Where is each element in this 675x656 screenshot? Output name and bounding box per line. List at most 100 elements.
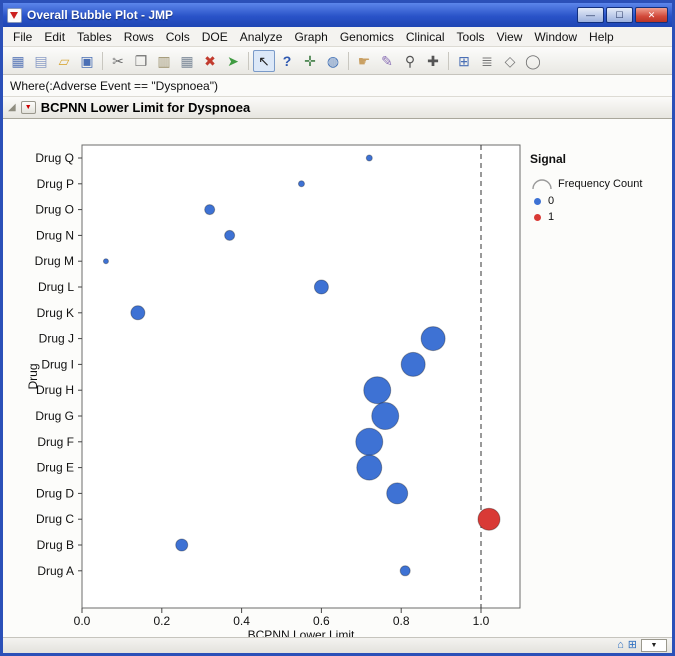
bubble-drug-j[interactable] [421,327,445,351]
toolbar-separator [102,52,103,70]
paste-icon[interactable]: ▥ [153,50,175,72]
delete-icon[interactable]: ✖ [199,50,221,72]
jmp-window: Overall Bubble Plot - JMP —☐✕ FileEditTa… [0,0,675,656]
chart-legend: Signal Frequency Count 01 [530,152,642,225]
where-clause-text: Where(:Adverse Event == "Dyspnoea") [10,79,218,93]
report-header: ◢ ▼ BCPNN Lower Limit for Dyspnoea [3,97,672,119]
y-tick-label: Drug J [39,332,74,346]
print-icon[interactable]: ▦ [176,50,198,72]
jmp-app-icon [7,8,22,23]
new-data-table-icon[interactable]: ▦ [7,50,29,72]
red-triangle-menu-icon[interactable]: ▼ [21,101,36,114]
menu-edit[interactable]: Edit [38,28,71,46]
new-journal-icon[interactable]: ▤ [30,50,52,72]
move-tool-icon[interactable]: ✛ [299,50,321,72]
text-tool-icon[interactable]: ≣ [476,50,498,72]
bubble-drug-b[interactable] [176,539,188,551]
close-button[interactable]: ✕ [635,7,668,23]
hand-tool-icon[interactable]: ☛ [353,50,375,72]
menu-rows[interactable]: Rows [118,28,160,46]
bubble-drug-n[interactable] [225,230,235,240]
disclosure-triangle-icon[interactable]: ◢ [8,103,16,113]
menu-window[interactable]: Window [528,28,583,46]
y-tick-label: Drug I [41,357,74,371]
x-tick-label: 0.2 [153,614,170,628]
x-tick-label: 0.8 [393,614,410,628]
y-tick-label: Drug H [36,383,74,397]
data-grid-icon[interactable]: ⊞ [628,640,637,651]
y-tick-label: Drug P [37,177,74,191]
copy-icon[interactable]: ❐ [130,50,152,72]
y-tick-label: Drug E [37,461,74,475]
y-tick-label: Drug A [37,564,74,578]
statusbar: ⌂⊞ ▼ [3,637,672,653]
bubble-drug-o[interactable] [205,205,215,215]
toolbar-separator [348,52,349,70]
cut-icon[interactable]: ✂ [107,50,129,72]
annotate-tool-icon[interactable]: ⊞ [453,50,475,72]
x-axis-title: BCPNN Lower Limit [248,628,355,637]
titlebar: Overall Bubble Plot - JMP —☐✕ [3,3,672,27]
window-title: Overall Bubble Plot - JMP [27,8,572,22]
run-script-icon[interactable]: ➤ [222,50,244,72]
y-tick-label: Drug G [35,409,74,423]
menu-tables[interactable]: Tables [71,28,118,46]
bubble-drug-g[interactable] [372,403,399,430]
magnifier-tool-icon[interactable]: ⚲ [399,50,421,72]
toolbar-separator [248,52,249,70]
bubble-drug-i[interactable] [401,352,425,376]
y-tick-label: Drug C [36,512,74,526]
menu-view[interactable]: View [491,28,529,46]
y-axis-title: Drug [26,363,40,389]
menu-genomics[interactable]: Genomics [334,28,400,46]
legend-entries: 01 [530,193,642,225]
y-tick-label: Drug Q [35,151,74,165]
bubble-drug-c[interactable] [478,508,500,530]
bubble-drug-q[interactable] [366,155,372,161]
open-icon[interactable]: ▱ [53,50,75,72]
size-legend-arc-icon [530,176,554,190]
y-tick-label: Drug O [35,203,74,217]
selection-arrow-icon[interactable]: ↖ [253,50,275,72]
bubble-drug-l[interactable] [314,280,328,294]
y-tick-label: Drug D [36,486,74,500]
menu-tools[interactable]: Tools [451,28,491,46]
legend-entry-label: 0 [548,195,554,207]
where-bar: Where(:Adverse Event == "Dyspnoea") [3,75,672,97]
legend-entry-0[interactable]: 0 [530,193,642,209]
save-icon[interactable]: ▣ [76,50,98,72]
home-icon[interactable]: ⌂ [617,640,624,651]
status-dropdown-button[interactable]: ▼ [641,639,667,652]
menu-clinical[interactable]: Clinical [400,28,451,46]
menu-analyze[interactable]: Analyze [234,28,289,46]
x-tick-label: 0.6 [313,614,330,628]
window-controls: —☐✕ [577,7,668,23]
bubble-drug-m[interactable] [103,259,108,264]
bubble-drug-d[interactable] [387,483,408,504]
bubble-drug-h[interactable] [364,377,391,404]
lasso-tool-icon[interactable]: ◯ [522,50,544,72]
legend-entry-label: 1 [548,211,554,223]
polygon-tool-icon[interactable]: ◇ [499,50,521,72]
maximize-button[interactable]: ☐ [606,7,633,23]
status-icons: ⌂⊞ [617,640,637,651]
menu-cols[interactable]: Cols [160,28,196,46]
menu-graph[interactable]: Graph [288,28,333,46]
menu-doe[interactable]: DOE [196,28,234,46]
legend-entry-1[interactable]: 1 [530,209,642,225]
bubble-drug-k[interactable] [131,306,145,320]
y-tick-label: Drug B [37,538,74,552]
bubble-drug-p[interactable] [298,181,304,187]
x-tick-label: 1.0 [473,614,490,628]
menu-help[interactable]: Help [583,28,620,46]
globe-tool-icon[interactable]: ◍ [322,50,344,72]
minimize-button[interactable]: — [577,7,604,23]
bubble-drug-f[interactable] [356,428,383,455]
bubble-drug-e[interactable] [357,455,382,480]
zoom-tool-icon[interactable]: ✚ [422,50,444,72]
toolbar: ▦▤▱▣✂❐▥▦✖➤↖?✛◍☛✎⚲✚⊞≣◇◯ [3,47,672,75]
bubble-drug-a[interactable] [400,566,410,576]
menu-file[interactable]: File [7,28,38,46]
brush-tool-icon[interactable]: ✎ [376,50,398,72]
help-tool-icon[interactable]: ? [276,50,298,72]
